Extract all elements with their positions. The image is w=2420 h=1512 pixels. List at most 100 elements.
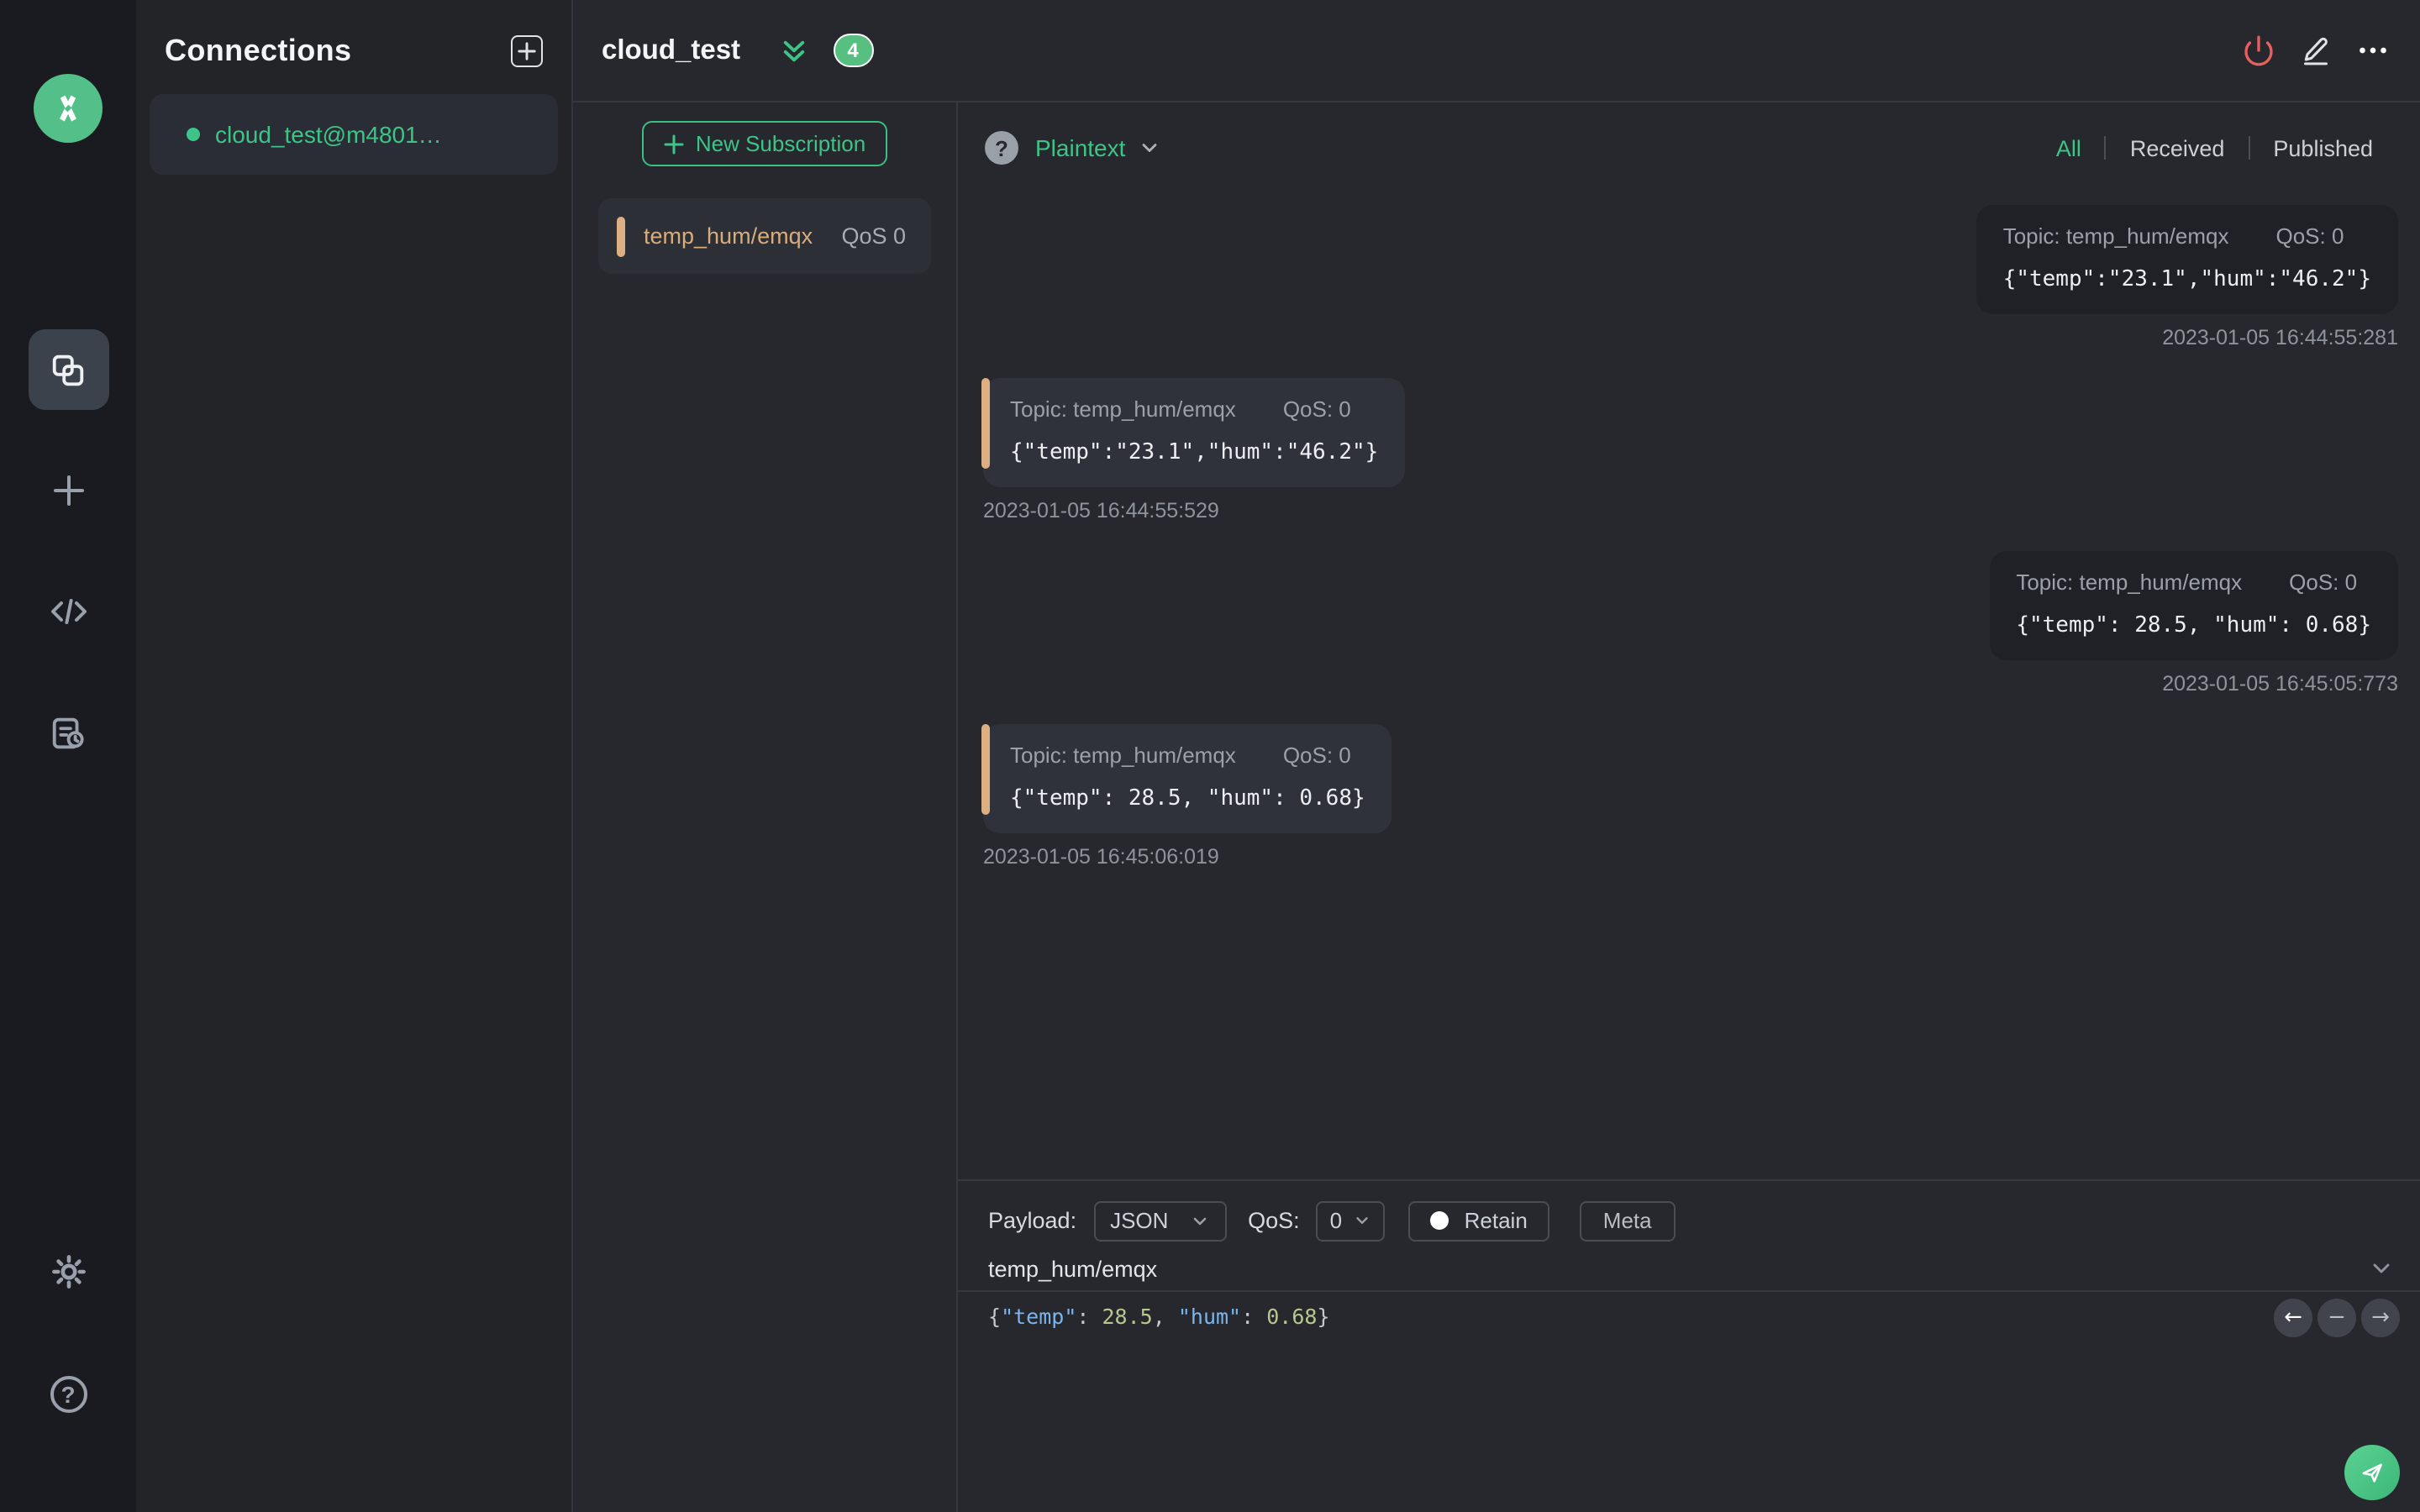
publish-controls: Payload: JSON QoS: 0 Retain Meta [958,1181,2420,1245]
editor-token: { [988,1304,1002,1329]
sidebar-item-log[interactable] [28,692,108,773]
meta-label: Meta [1602,1208,1652,1233]
connection-name: cloud_test@m4801… [215,121,442,148]
code-icon [50,599,86,624]
message-timestamp: 2023-01-05 16:44:55:529 [983,499,1219,522]
history-next-button[interactable]: → [2361,1299,2400,1337]
plus-icon [664,134,684,154]
messages-panel: ? Plaintext All Received Published Topic… [958,102,2420,1512]
filter-all[interactable]: All [2033,135,2105,160]
help-icon: ? [50,1376,87,1413]
settings-gear-icon [51,1255,85,1289]
message-meta: Topic: temp_hum/emqx QoS: 0 [1010,743,1365,768]
power-icon [2244,35,2273,66]
message-topic: Topic: temp_hum/emqx [2002,223,2229,249]
sidebar-item-help[interactable]: ? [28,1354,108,1435]
subscription-item[interactable]: temp_hum/emqx QoS 0 [598,198,931,274]
message-payload: {"temp": 28.5, "hum": 0.68} [1010,786,1365,811]
message-topic: Topic: temp_hum/emqx [2016,570,2243,595]
meta-button[interactable]: Meta [1579,1200,1676,1241]
edit-pencil-icon [2304,37,2328,66]
retain-label: Retain [1464,1208,1528,1233]
more-options-button[interactable] [2356,34,2390,67]
message-timestamp: 2023-01-05 16:44:55:281 [2162,326,2398,349]
message-qos: QoS: 0 [1282,743,1351,768]
publish-topic-row: temp_hum/emqx [958,1247,2420,1292]
message-bubble[interactable]: Topic: temp_hum/emqx QoS: 0 {"temp":"23.… [1975,205,2398,314]
chevron-down-icon[interactable] [1137,136,1160,160]
connection-list-item[interactable]: cloud_test@m4801… [150,94,558,175]
icon-rail: ? [0,0,136,1512]
filter-received[interactable]: Received [2107,135,2249,160]
subscription-color-bar [617,217,624,257]
editor-token: } [1317,1304,1330,1329]
history-prev-button[interactable]: ← [2274,1299,2312,1337]
message-received: Topic: temp_hum/emqx QoS: 0 {"temp": 28.… [981,724,2398,869]
chevron-down-icon [1192,1216,1206,1225]
send-button[interactable] [2344,1445,2400,1500]
collapse-subscriptions-icon[interactable] [777,34,809,66]
collapse-editor-icon[interactable] [2368,1255,2395,1282]
connected-status-dot [187,128,200,141]
retain-dot-icon [1430,1211,1449,1230]
sidebar-item-connections[interactable] [28,329,108,410]
header-actions [2242,34,2390,67]
payload-label: Payload: [988,1208,1077,1233]
sidebar-item-new-connection[interactable] [28,450,108,531]
subscriptions-column: New Subscription temp_hum/emqx QoS 0 [573,102,958,1512]
subscription-count-badge: 4 [833,34,874,67]
message-qos: QoS: 0 [1282,396,1351,422]
mqttx-logo [34,74,103,143]
add-connection-button[interactable] [511,35,543,67]
message-list[interactable]: Topic: temp_hum/emqx QoS: 0 {"temp":"23.… [958,183,2420,1179]
new-subscription-button[interactable]: New Subscription [642,121,887,166]
editor-token: : [1241,1304,1267,1329]
connection-title: cloud_test [602,34,741,65]
publish-panel: Payload: JSON QoS: 0 Retain Meta temp_hu… [958,1179,2420,1512]
message-received: Topic: temp_hum/emqx QoS: 0 {"temp":"23.… [981,378,2398,522]
message-payload: {"temp":"23.1","hum":"46.2"} [1010,440,1379,465]
qos-dropdown[interactable]: 0 [1316,1200,1386,1241]
payload-format-value: JSON [1110,1208,1169,1233]
ellipsis-icon [2360,47,2386,54]
message-payload: {"temp": 28.5, "hum": 0.68} [2016,613,2371,638]
qos-label: QoS: [1248,1208,1300,1233]
mqttx-app-window: ? Connections cloud_test@m4801… cloud_te… [0,0,2420,1512]
editor-token: : [1076,1304,1102,1329]
sidebar-item-settings[interactable] [28,1231,108,1312]
new-subscription-label: New Subscription [695,131,866,156]
disconnect-button[interactable] [2242,34,2275,67]
subscription-qos: QoS 0 [841,223,906,249]
send-icon [2362,1463,2382,1483]
connections-icon [52,354,84,386]
payload-format-dropdown[interactable]: JSON [1093,1200,1227,1241]
subscription-topic: temp_hum/emqx [644,223,813,249]
history-clear-button[interactable]: − [2317,1299,2356,1337]
messages-toolbar: ? Plaintext All Received Published [958,102,2420,183]
payload-format-select[interactable]: Plaintext [1035,134,1125,161]
rail-bottom: ? [28,1231,108,1512]
message-qos: QoS: 0 [2275,223,2344,249]
message-bubble[interactable]: Topic: temp_hum/emqx QoS: 0 {"temp": 28.… [1989,551,2398,660]
edit-connection-button[interactable] [2299,34,2333,67]
message-filters: All Received Published [2033,135,2396,160]
message-timestamp: 2023-01-05 16:45:06:019 [983,845,1219,869]
topic-input[interactable]: temp_hum/emqx [988,1256,1157,1281]
mqttx-logo-icon [60,95,76,122]
plus-icon [518,42,536,60]
rail-nav [28,329,108,773]
message-meta: Topic: temp_hum/emqx QoS: 0 [2003,223,2371,249]
chevron-down-icon [1356,1217,1369,1224]
filter-published[interactable]: Published [2249,135,2396,160]
message-payload: {"temp":"23.1","hum":"46.2"} [2002,267,2371,292]
connections-title: Connections [165,34,352,67]
retain-toggle[interactable]: Retain [1408,1200,1549,1241]
message-bubble[interactable]: Topic: temp_hum/emqx QoS: 0 {"temp": 28.… [981,724,1392,833]
payload-format-help-icon[interactable]: ? [985,131,1018,165]
message-topic: Topic: temp_hum/emqx [1010,743,1236,768]
message-bubble[interactable]: Topic: temp_hum/emqx QoS: 0 {"temp":"23.… [981,378,1406,487]
sidebar-item-script[interactable] [28,571,108,652]
message-meta: Topic: temp_hum/emqx QoS: 0 [1010,396,1378,422]
main-body: New Subscription temp_hum/emqx QoS 0 ? P… [573,102,2420,1512]
payload-editor[interactable]: {"temp": 28.5, "hum": 0.68} [958,1292,2420,1329]
